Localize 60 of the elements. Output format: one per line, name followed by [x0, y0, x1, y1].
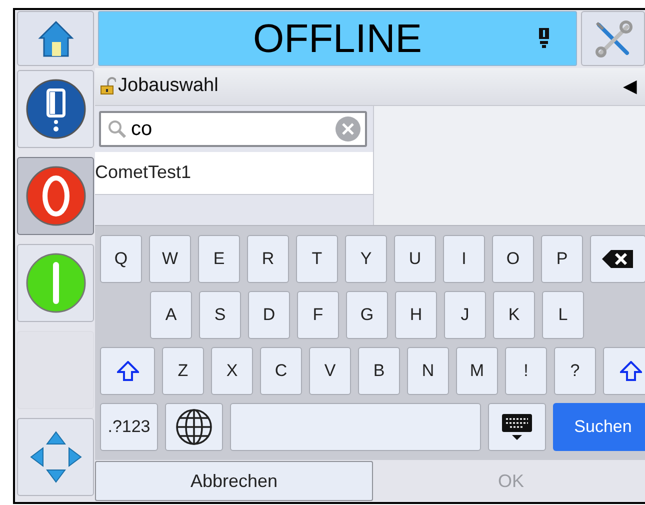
backspace-key[interactable]: [590, 235, 645, 284]
keyboard-key[interactable]: P: [541, 235, 583, 284]
search-icon: [107, 118, 127, 139]
keyboard-key[interactable]: H: [395, 291, 437, 340]
keyboard-key[interactable]: G: [346, 291, 388, 340]
shift-key[interactable]: [100, 347, 155, 396]
keyboard-key[interactable]: T: [296, 235, 338, 284]
language-key[interactable]: [165, 403, 223, 452]
keyboard-key[interactable]: E: [198, 235, 240, 284]
keyboard-key[interactable]: N: [407, 347, 449, 396]
keyboard-key[interactable]: R: [247, 235, 289, 284]
keyboard-key[interactable]: D: [248, 291, 290, 340]
keyboard-key[interactable]: I: [443, 235, 485, 284]
keyboard-key[interactable]: ?: [554, 347, 596, 396]
side-button[interactable]: [17, 157, 94, 235]
keyboard-key[interactable]: U: [394, 235, 436, 284]
cancel-button[interactable]: Abbrechen: [95, 461, 373, 502]
keyboard-key[interactable]: A: [150, 291, 192, 340]
start-icon: [24, 252, 86, 314]
keyboard-icon: [501, 413, 533, 442]
home-icon: [38, 20, 74, 58]
keyboard-key[interactable]: W: [149, 235, 191, 284]
keyboard-key[interactable]: Z: [162, 347, 204, 396]
keyboard-key[interactable]: Q: [100, 235, 142, 284]
keyboard-key[interactable]: J: [444, 291, 486, 340]
arrows-icon: [28, 430, 82, 484]
status-text: OFFLINE: [253, 18, 422, 58]
keyboard-key[interactable]: F: [297, 291, 339, 340]
hide-keyboard-key[interactable]: [488, 403, 546, 452]
tools-button[interactable]: [581, 11, 645, 66]
shift-arrow-icon: [620, 361, 642, 382]
keyboard-key[interactable]: V: [309, 347, 351, 396]
backspace-icon: [601, 249, 635, 270]
search-text: co: [131, 116, 152, 142]
keyboard-key[interactable]: X: [211, 347, 253, 396]
globe-icon: [175, 408, 213, 446]
keyboard-key[interactable]: !: [505, 347, 547, 396]
page-title: Jobauswahl: [118, 74, 218, 98]
keyboard-key[interactable]: S: [199, 291, 241, 340]
keyboard-key[interactable]: M: [456, 347, 498, 396]
keyboard-key[interactable]: O: [492, 235, 534, 284]
symbols-key[interactable]: .?123: [100, 403, 158, 452]
keyboard-key[interactable]: Y: [345, 235, 387, 284]
side-button[interactable]: [17, 70, 94, 148]
keyboard-key[interactable]: C: [260, 347, 302, 396]
home-button[interactable]: [17, 11, 94, 66]
job-list-item[interactable]: CometTest1: [95, 152, 373, 195]
ink-drop-icon: [24, 78, 86, 140]
side-button[interactable]: [17, 418, 94, 496]
shift-arrow-icon: [116, 361, 138, 382]
stop-icon: [24, 165, 86, 227]
search-field[interactable]: co: [99, 110, 367, 147]
search-key[interactable]: Suchen: [553, 403, 645, 452]
side-button[interactable]: [17, 244, 94, 322]
printhead-icon: [538, 27, 550, 49]
shift-key[interactable]: [603, 347, 645, 396]
tools-icon: [593, 18, 633, 58]
keyboard-key[interactable]: B: [358, 347, 400, 396]
keyboard-key[interactable]: K: [493, 291, 535, 340]
keyboard-key[interactable]: L: [542, 291, 584, 340]
